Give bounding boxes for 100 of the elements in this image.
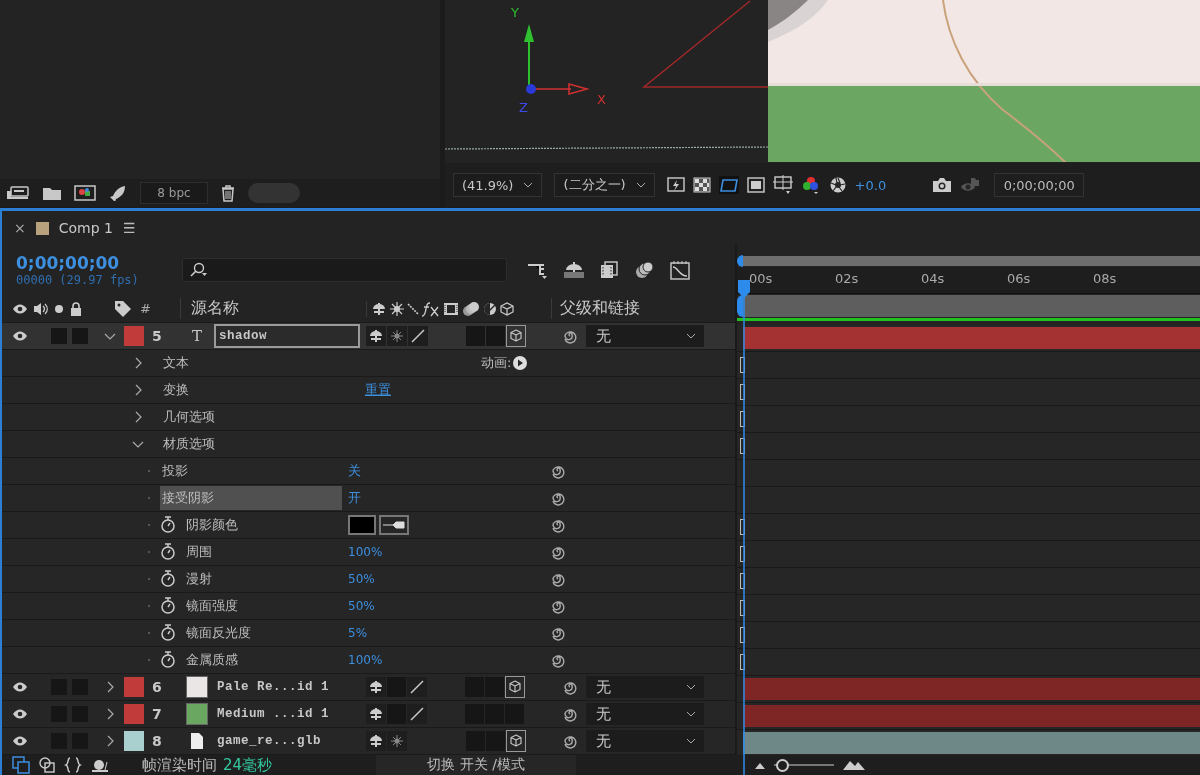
parent-dropdown[interactable]: 无	[586, 703, 704, 725]
keyframe-marker[interactable]	[740, 573, 745, 589]
layers-icon[interactable]	[12, 756, 30, 774]
layer-name[interactable]: game_re...glb	[214, 729, 360, 753]
keyframe-marker[interactable]	[740, 411, 745, 427]
layer-name[interactable]: Medium ...id 1	[214, 702, 360, 726]
property-value[interactable]: 100%	[348, 545, 383, 559]
rocket-icon[interactable]	[108, 185, 128, 201]
property-name[interactable]: 接受阴影	[160, 486, 342, 510]
keyframe-marker[interactable]	[740, 519, 745, 535]
camera-icon[interactable]	[932, 177, 953, 193]
adjustment-switch[interactable]	[485, 677, 504, 697]
property-value[interactable]: 50%	[348, 572, 375, 586]
property-name[interactable]: 材质选项	[159, 432, 359, 456]
folder-icon[interactable]	[42, 185, 62, 201]
navigator-handle[interactable]	[737, 255, 743, 267]
pick-whip-icon[interactable]	[550, 598, 566, 614]
frame-blending-icon[interactable]	[599, 261, 619, 279]
collapse-switch-icon[interactable]	[387, 731, 407, 751]
time-ruler[interactable]: 00s 02s 04s 06s 08s	[737, 267, 1200, 294]
visibility-toggle-icon[interactable]	[12, 681, 28, 693]
label-color-swatch[interactable]	[124, 704, 144, 724]
keyframe-marker[interactable]	[740, 627, 745, 643]
property-value[interactable]: 5%	[348, 626, 368, 640]
keyframe-marker[interactable]	[740, 438, 745, 454]
bit-depth-button[interactable]: 8 bpc	[140, 182, 208, 204]
work-area-handle[interactable]	[737, 295, 743, 317]
keyframe-marker[interactable]	[740, 546, 745, 562]
composition-tab[interactable]: Comp 1	[58, 220, 113, 236]
pick-whip-icon[interactable]	[562, 328, 578, 344]
property-name[interactable]: 变换	[159, 378, 359, 402]
property-value[interactable]: 100%	[348, 653, 383, 667]
property-name[interactable]: 投影	[160, 459, 342, 483]
solo-switch[interactable]	[51, 328, 67, 344]
adjustment-switch[interactable]	[486, 326, 505, 346]
three-d-switch-icon[interactable]	[506, 325, 526, 347]
playhead[interactable]	[737, 279, 751, 775]
three-d-switch-icon[interactable]	[505, 676, 525, 698]
pick-whip-icon[interactable]	[550, 463, 566, 479]
search-field[interactable]	[182, 258, 507, 282]
graph-editor-icon[interactable]	[669, 260, 691, 280]
parent-dropdown[interactable]: 无	[586, 325, 704, 347]
property-name[interactable]: 金属质感	[182, 648, 342, 672]
parent-column-header[interactable]: 父级和链接	[551, 298, 640, 319]
composition-flowchart-icon[interactable]	[527, 261, 549, 279]
property-name[interactable]: 几何选项	[159, 405, 359, 429]
trash-icon[interactable]	[220, 184, 236, 202]
shy-switch-icon[interactable]	[366, 731, 386, 751]
mask-path-icon[interactable]	[718, 176, 739, 194]
parent-dropdown[interactable]: 无	[586, 730, 704, 752]
pick-whip-icon[interactable]	[550, 571, 566, 587]
shy-layers-icon[interactable]	[563, 261, 585, 279]
stopwatch-icon[interactable]	[160, 651, 176, 669]
region-of-interest-icon[interactable]	[746, 176, 765, 194]
zoom-in-icon[interactable]	[842, 759, 867, 771]
property-value[interactable]: 关	[348, 462, 361, 480]
three-d-switch-icon[interactable]	[506, 730, 526, 752]
property-name[interactable]: 文本	[159, 351, 359, 375]
viewer-timecode[interactable]: 0;00;00;00	[994, 173, 1085, 197]
close-tab-button[interactable]: ×	[14, 220, 26, 236]
color-swatch[interactable]	[348, 515, 376, 535]
shy-switch-icon[interactable]	[366, 677, 386, 697]
toggle-switches-modes-button[interactable]: 切换 开关 /模式	[376, 755, 577, 775]
pick-whip-icon[interactable]	[562, 733, 578, 749]
current-time[interactable]: 0;00;00;00	[16, 253, 182, 273]
stopwatch-icon[interactable]	[160, 597, 176, 615]
layer-name[interactable]: Pale Re...id 1	[214, 675, 360, 699]
transfer-controls-icon[interactable]	[38, 756, 56, 774]
exposure-value[interactable]: +0.0	[854, 177, 887, 193]
keyframe-marker[interactable]	[740, 600, 745, 616]
stopwatch-icon[interactable]	[160, 624, 176, 642]
property-value[interactable]: 50%	[348, 599, 375, 613]
keyframe-marker[interactable]	[740, 357, 745, 373]
play-icon[interactable]	[513, 356, 528, 370]
zoom-dropdown[interactable]: (41.9%)	[453, 173, 543, 197]
braces-icon[interactable]	[64, 756, 82, 774]
keyframe-marker[interactable]	[740, 384, 745, 400]
property-name[interactable]: 镜面强度	[182, 594, 342, 618]
property-value[interactable]: 开	[348, 489, 361, 507]
stopwatch-icon[interactable]	[160, 543, 176, 561]
pick-whip-icon[interactable]	[550, 490, 566, 506]
quality-switch-icon[interactable]	[407, 704, 427, 724]
visibility-toggle-icon[interactable]	[12, 330, 28, 342]
keyframe-marker[interactable]	[740, 654, 745, 670]
panel-menu-button[interactable]: ☰	[122, 220, 136, 236]
label-color-swatch[interactable]	[124, 731, 144, 751]
zoom-slider[interactable]	[774, 758, 835, 772]
property-name[interactable]: 阴影颜色	[182, 513, 342, 537]
label-color-swatch[interactable]	[124, 677, 144, 697]
property-name[interactable]: 漫射	[182, 567, 342, 591]
resolution-dropdown[interactable]: (二分之一)	[554, 173, 655, 197]
quality-switch-icon[interactable]	[407, 677, 427, 697]
collapse-switch-icon[interactable]	[387, 326, 407, 346]
source-name-column-header[interactable]: 源名称	[180, 298, 366, 319]
shy-switch-icon[interactable]	[366, 326, 386, 346]
guides-icon[interactable]	[772, 175, 793, 195]
property-name[interactable]: 周围	[182, 540, 342, 564]
visibility-toggle-icon[interactable]	[12, 735, 28, 747]
adjustment-switch[interactable]	[486, 731, 505, 751]
motion-blur-icon[interactable]	[633, 261, 655, 279]
